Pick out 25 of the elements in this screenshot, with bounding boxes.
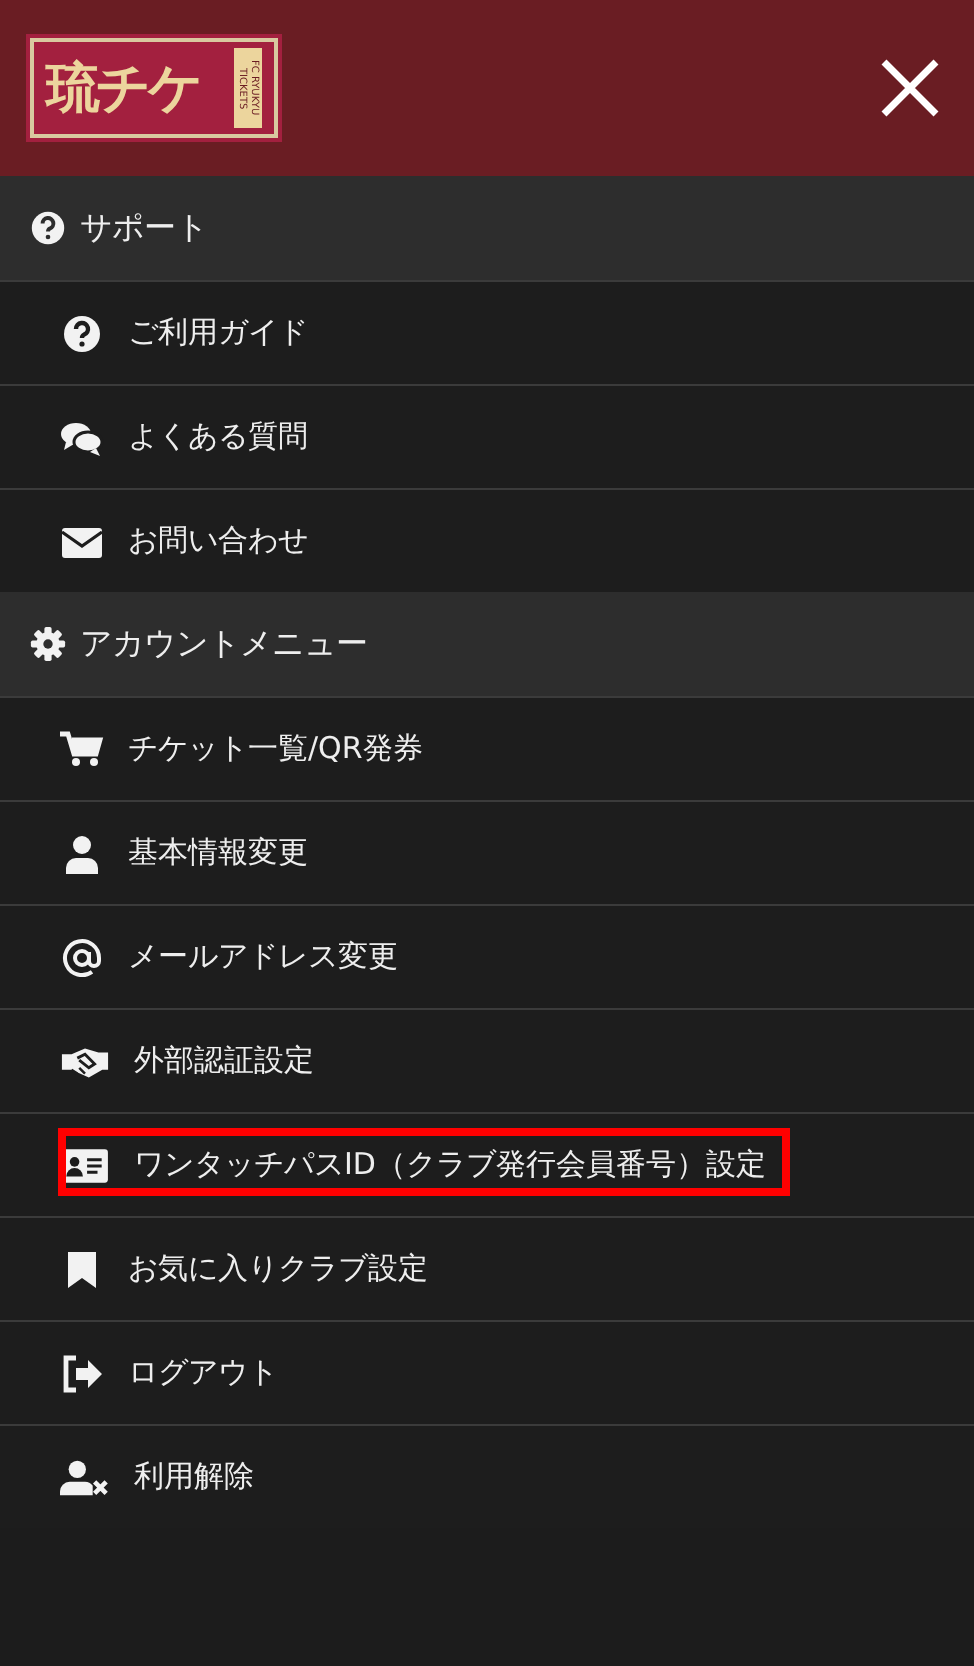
user-icon: [60, 833, 104, 873]
menu-item-label: ワンタッチパスID（クラブ発行会員番号）設定: [134, 1146, 766, 1184]
menu-item-label: チケット一覧/QR発券: [128, 730, 423, 768]
menu-item-label: メールアドレス変更: [128, 938, 398, 976]
cart-icon: [60, 729, 104, 769]
chat-icon: [60, 417, 104, 457]
menu-item-label: 利用解除: [134, 1458, 254, 1496]
user-remove-icon: [60, 1457, 110, 1497]
section-title: アカウントメニュー: [80, 623, 368, 665]
menu-item-label: よくある質問: [128, 418, 308, 456]
section-title: サポート: [80, 207, 208, 249]
help-icon: [30, 210, 66, 246]
close-icon[interactable]: [878, 56, 942, 120]
logout-icon: [60, 1353, 104, 1393]
id-card-icon: [60, 1145, 110, 1185]
logo-title: 琉チケ: [42, 56, 202, 124]
at-sign-icon: [60, 937, 104, 977]
guide-icon: [60, 313, 104, 353]
menu-item-label: お気に入りクラブ設定: [128, 1250, 428, 1288]
menu-item-label: ログアウト: [128, 1354, 278, 1392]
menu-item-label: ご利用ガイド: [128, 314, 308, 352]
menu-item-label: お問い合わせ: [128, 522, 308, 560]
menu-item-label: 外部認証設定: [134, 1042, 314, 1080]
menu-item-label: 基本情報変更: [128, 834, 308, 872]
settings-icon: [30, 626, 66, 662]
